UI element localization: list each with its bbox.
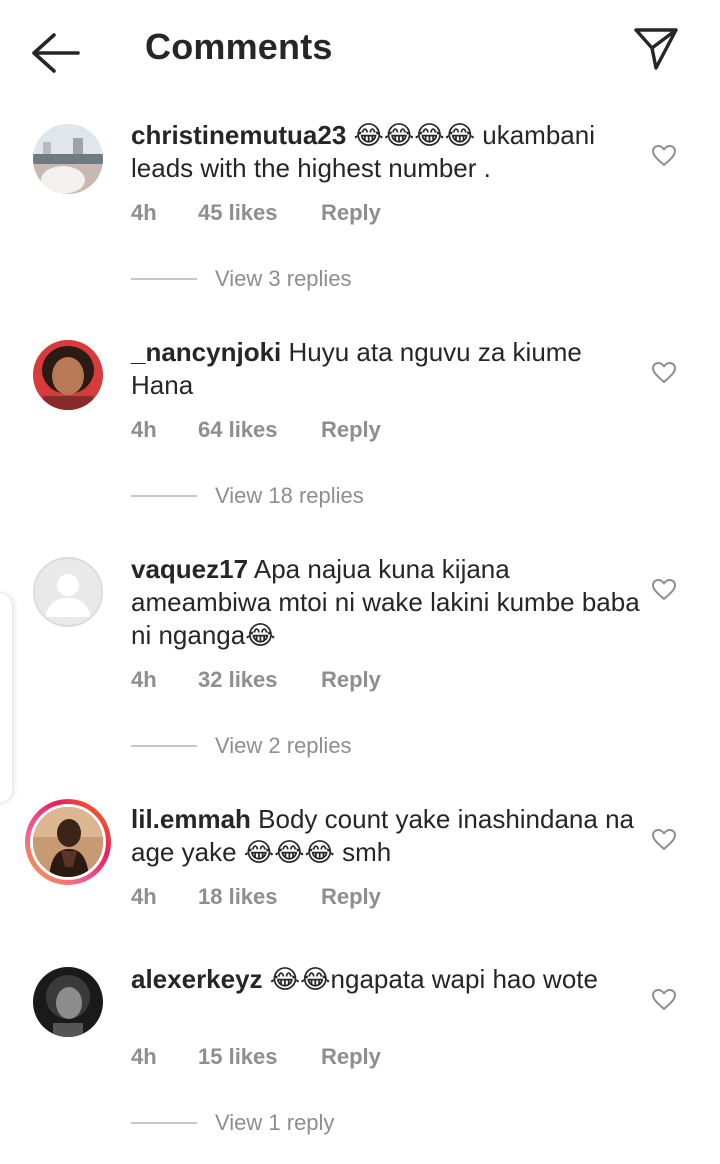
page-title: Comments <box>145 26 333 67</box>
view-replies-label[interactable]: View 1 reply <box>215 1110 334 1136</box>
comment-username[interactable]: vaquez17 <box>131 554 248 584</box>
comment-time: 4h <box>131 667 157 692</box>
comment-text: christinemutua23 😂😂😂😂 ukambani leads wit… <box>131 119 641 185</box>
avatar-photo <box>33 807 103 877</box>
comment-likes[interactable]: 15 likes <box>198 1044 321 1070</box>
avatar[interactable] <box>33 124 103 194</box>
comment-meta: 4h 32 likes Reply <box>131 667 381 693</box>
view-replies-button[interactable]: View 1 reply <box>131 1108 334 1138</box>
view-replies-button[interactable]: View 2 replies <box>131 731 352 761</box>
comment-time: 4h <box>131 1044 157 1069</box>
default-avatar-icon <box>35 559 101 625</box>
view-replies-button[interactable]: View 18 replies <box>131 481 364 511</box>
avatar-story-ring[interactable] <box>25 799 111 885</box>
avatar-photo <box>33 124 103 194</box>
view-replies-label[interactable]: View 2 replies <box>215 733 352 759</box>
paper-plane-icon[interactable] <box>630 24 682 74</box>
comment-body: 😂😂ngapata wapi hao wote <box>262 964 598 994</box>
avatar[interactable] <box>33 340 103 410</box>
comment-text: lil.emmah Body count yake inashindana na… <box>131 803 641 869</box>
arrow-left-icon[interactable] <box>30 30 82 76</box>
comment-time: 4h <box>131 417 157 442</box>
heart-outline-icon[interactable] <box>651 578 677 602</box>
comment-time: 4h <box>131 884 157 909</box>
reply-button[interactable]: Reply <box>321 200 381 226</box>
heart-outline-icon[interactable] <box>651 144 677 168</box>
view-replies-label[interactable]: View 18 replies <box>215 483 364 509</box>
heart-outline-icon[interactable] <box>651 988 677 1012</box>
comment-username[interactable]: lil.emmah <box>131 804 251 834</box>
comment-likes[interactable]: 45 likes <box>198 200 321 226</box>
comment-username[interactable]: alexerkeyz <box>131 964 263 994</box>
comment-username[interactable]: _nancynjoki <box>131 337 281 367</box>
comment-text: _nancynjoki Huyu ata nguvu za kiume Hana <box>131 336 641 402</box>
heart-outline-icon[interactable] <box>651 828 677 852</box>
reply-button[interactable]: Reply <box>321 667 381 693</box>
avatar[interactable] <box>33 557 103 627</box>
comment-likes[interactable]: 64 likes <box>198 417 321 443</box>
avatar[interactable] <box>33 967 103 1037</box>
replies-divider <box>131 495 197 497</box>
view-replies-label[interactable]: View 3 replies <box>215 266 352 292</box>
comment-meta: 4h 15 likes Reply <box>131 1044 381 1070</box>
comment-time: 4h <box>131 200 157 225</box>
top-bar: Comments <box>0 0 720 100</box>
comment-username[interactable]: christinemutua23 <box>131 120 346 150</box>
reply-button[interactable]: Reply <box>321 417 381 443</box>
reply-button[interactable]: Reply <box>321 1044 381 1070</box>
heart-outline-icon[interactable] <box>651 361 677 385</box>
avatar-photo <box>33 967 103 1037</box>
side-drawer-edge <box>0 592 13 804</box>
comment-meta: 4h 45 likes Reply <box>131 200 381 226</box>
avatar <box>30 804 106 880</box>
comment-likes[interactable]: 18 likes <box>198 884 321 910</box>
replies-divider <box>131 278 197 280</box>
comment-likes[interactable]: 32 likes <box>198 667 321 693</box>
avatar-photo <box>33 340 103 410</box>
replies-divider <box>131 745 197 747</box>
comment-text: alexerkeyz 😂😂ngapata wapi hao wote <box>131 963 641 996</box>
comment-meta: 4h 64 likes Reply <box>131 417 381 443</box>
comment-text: vaquez17 Apa najua kuna kijana ameambiwa… <box>131 553 641 652</box>
reply-button[interactable]: Reply <box>321 884 381 910</box>
comment-meta: 4h 18 likes Reply <box>131 884 381 910</box>
view-replies-button[interactable]: View 3 replies <box>131 264 352 294</box>
replies-divider <box>131 1122 197 1124</box>
